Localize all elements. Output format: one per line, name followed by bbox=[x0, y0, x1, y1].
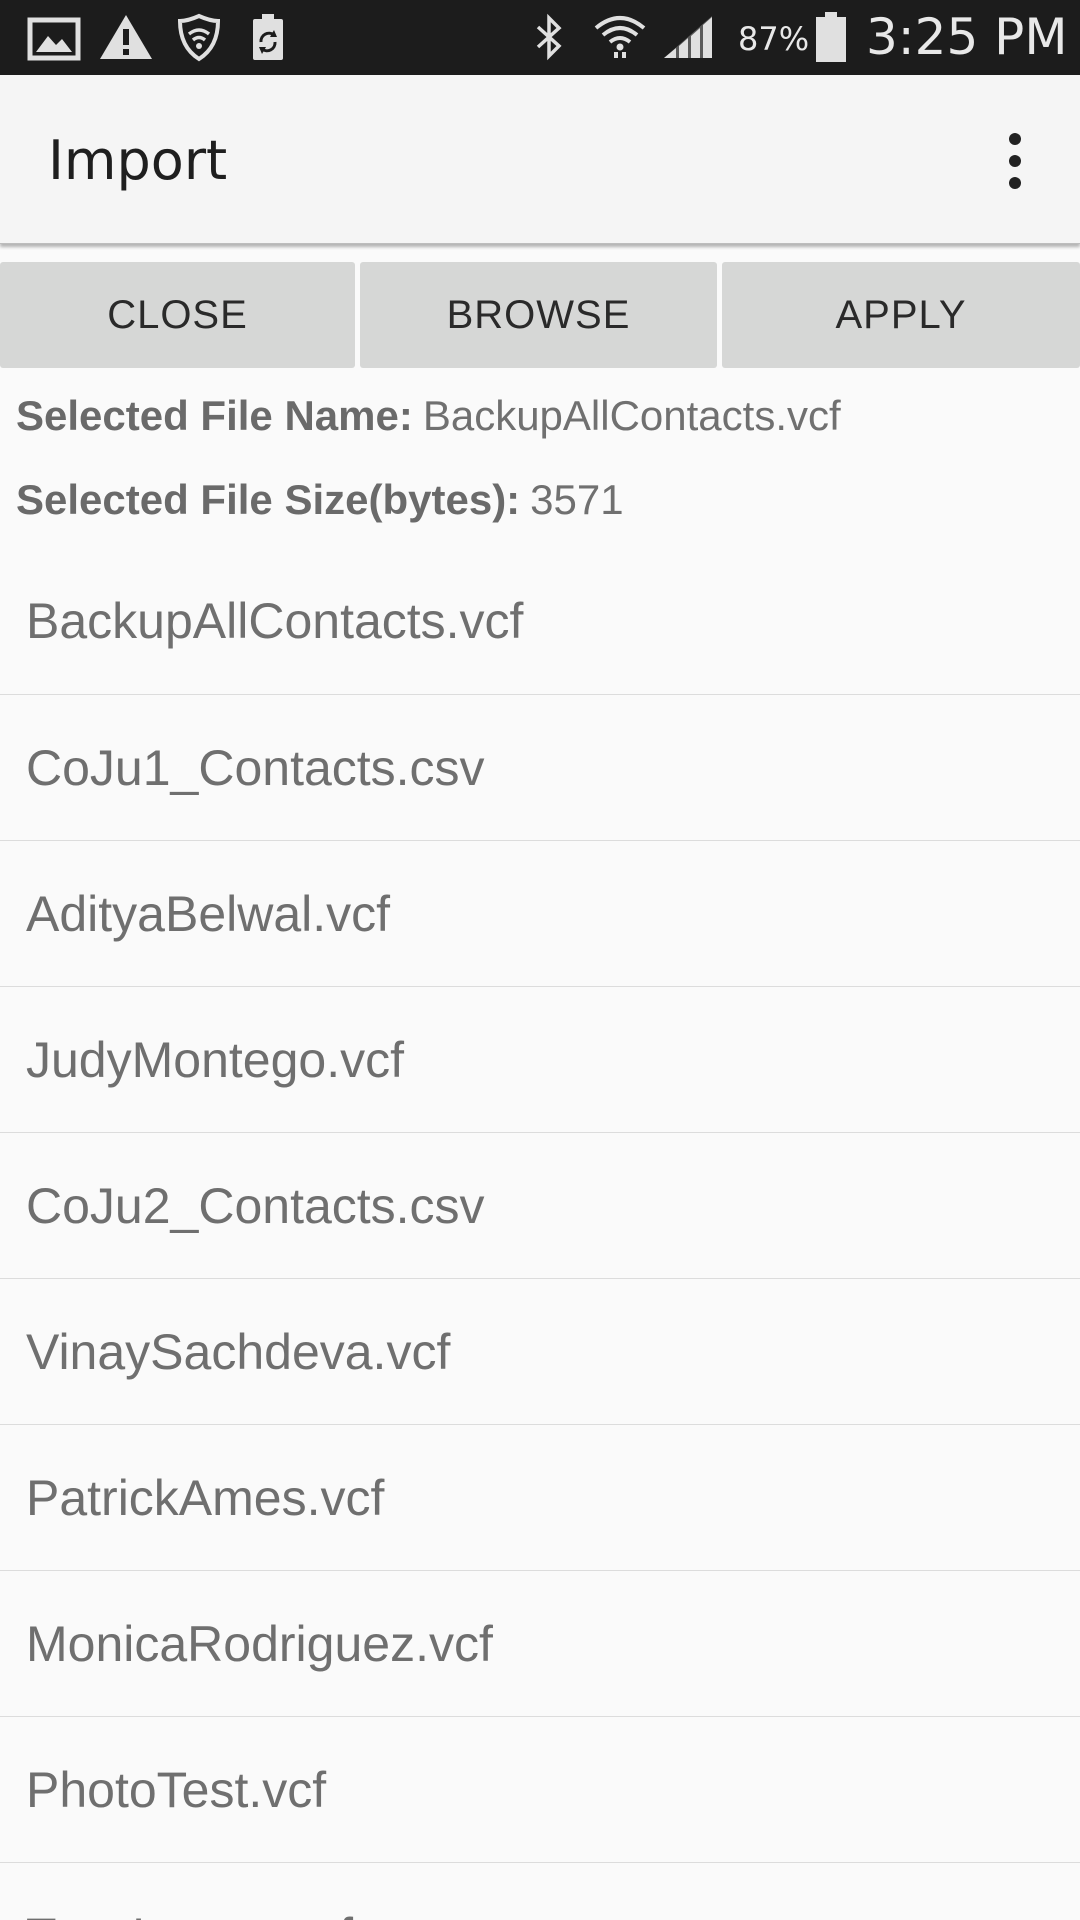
selected-file-name-value: BackupAllContacts.vcf bbox=[422, 392, 841, 439]
battery-icon bbox=[816, 12, 846, 62]
more-vertical-icon[interactable] bbox=[990, 129, 1040, 193]
list-item[interactable]: VinaySachdeva.vcf bbox=[0, 1279, 1080, 1425]
status-bar: 87% 3:25 PM bbox=[0, 0, 1080, 75]
list-item[interactable]: AdityaBelwal.vcf bbox=[0, 841, 1080, 987]
cellular-signal-icon bbox=[664, 16, 712, 58]
list-item[interactable]: CoJu1_Contacts.csv bbox=[0, 695, 1080, 841]
file-list[interactable]: BackupAllContacts.vcf CoJu1_Contacts.csv… bbox=[0, 550, 1080, 1920]
battery-recycle-icon bbox=[253, 14, 283, 60]
list-item[interactable]: JudyMontego.vcf bbox=[0, 987, 1080, 1133]
list-item[interactable]: PhotoTest.vcf bbox=[0, 1717, 1080, 1863]
image-icon bbox=[27, 17, 81, 61]
warning-icon bbox=[100, 15, 152, 59]
wifi-icon bbox=[594, 16, 646, 58]
import-screen: 87% 3:25 PM Import CLOSE BROWSE APPLY Se… bbox=[0, 0, 1080, 1920]
selected-file-size-row: Selected File Size(bytes): 3571 bbox=[16, 476, 624, 524]
browse-button[interactable]: BROWSE bbox=[360, 262, 717, 368]
list-item[interactable]: TonyIvanov.vcf bbox=[0, 1863, 1080, 1920]
selected-file-size-value: 3571 bbox=[530, 476, 624, 523]
list-item[interactable]: BackupAllContacts.vcf bbox=[0, 550, 1080, 695]
list-item[interactable]: PatrickAmes.vcf bbox=[0, 1425, 1080, 1571]
page-title: Import bbox=[48, 129, 228, 192]
clock: 3:25 PM bbox=[866, 8, 1068, 66]
list-item[interactable]: MonicaRodriguez.vcf bbox=[0, 1571, 1080, 1717]
list-item[interactable]: CoJu2_Contacts.csv bbox=[0, 1133, 1080, 1279]
selected-file-size-label: Selected File Size(bytes): bbox=[16, 476, 521, 523]
vpn-shield-icon bbox=[177, 13, 221, 62]
battery-percent: 87% bbox=[738, 20, 810, 58]
apply-button[interactable]: APPLY bbox=[722, 262, 1080, 368]
close-button[interactable]: CLOSE bbox=[0, 262, 355, 368]
bluetooth-icon bbox=[536, 13, 562, 61]
selected-file-name-row: Selected File Name: BackupAllContacts.vcf bbox=[16, 392, 841, 440]
app-bar: Import bbox=[0, 75, 1080, 244]
selected-file-name-label: Selected File Name: bbox=[16, 392, 413, 439]
